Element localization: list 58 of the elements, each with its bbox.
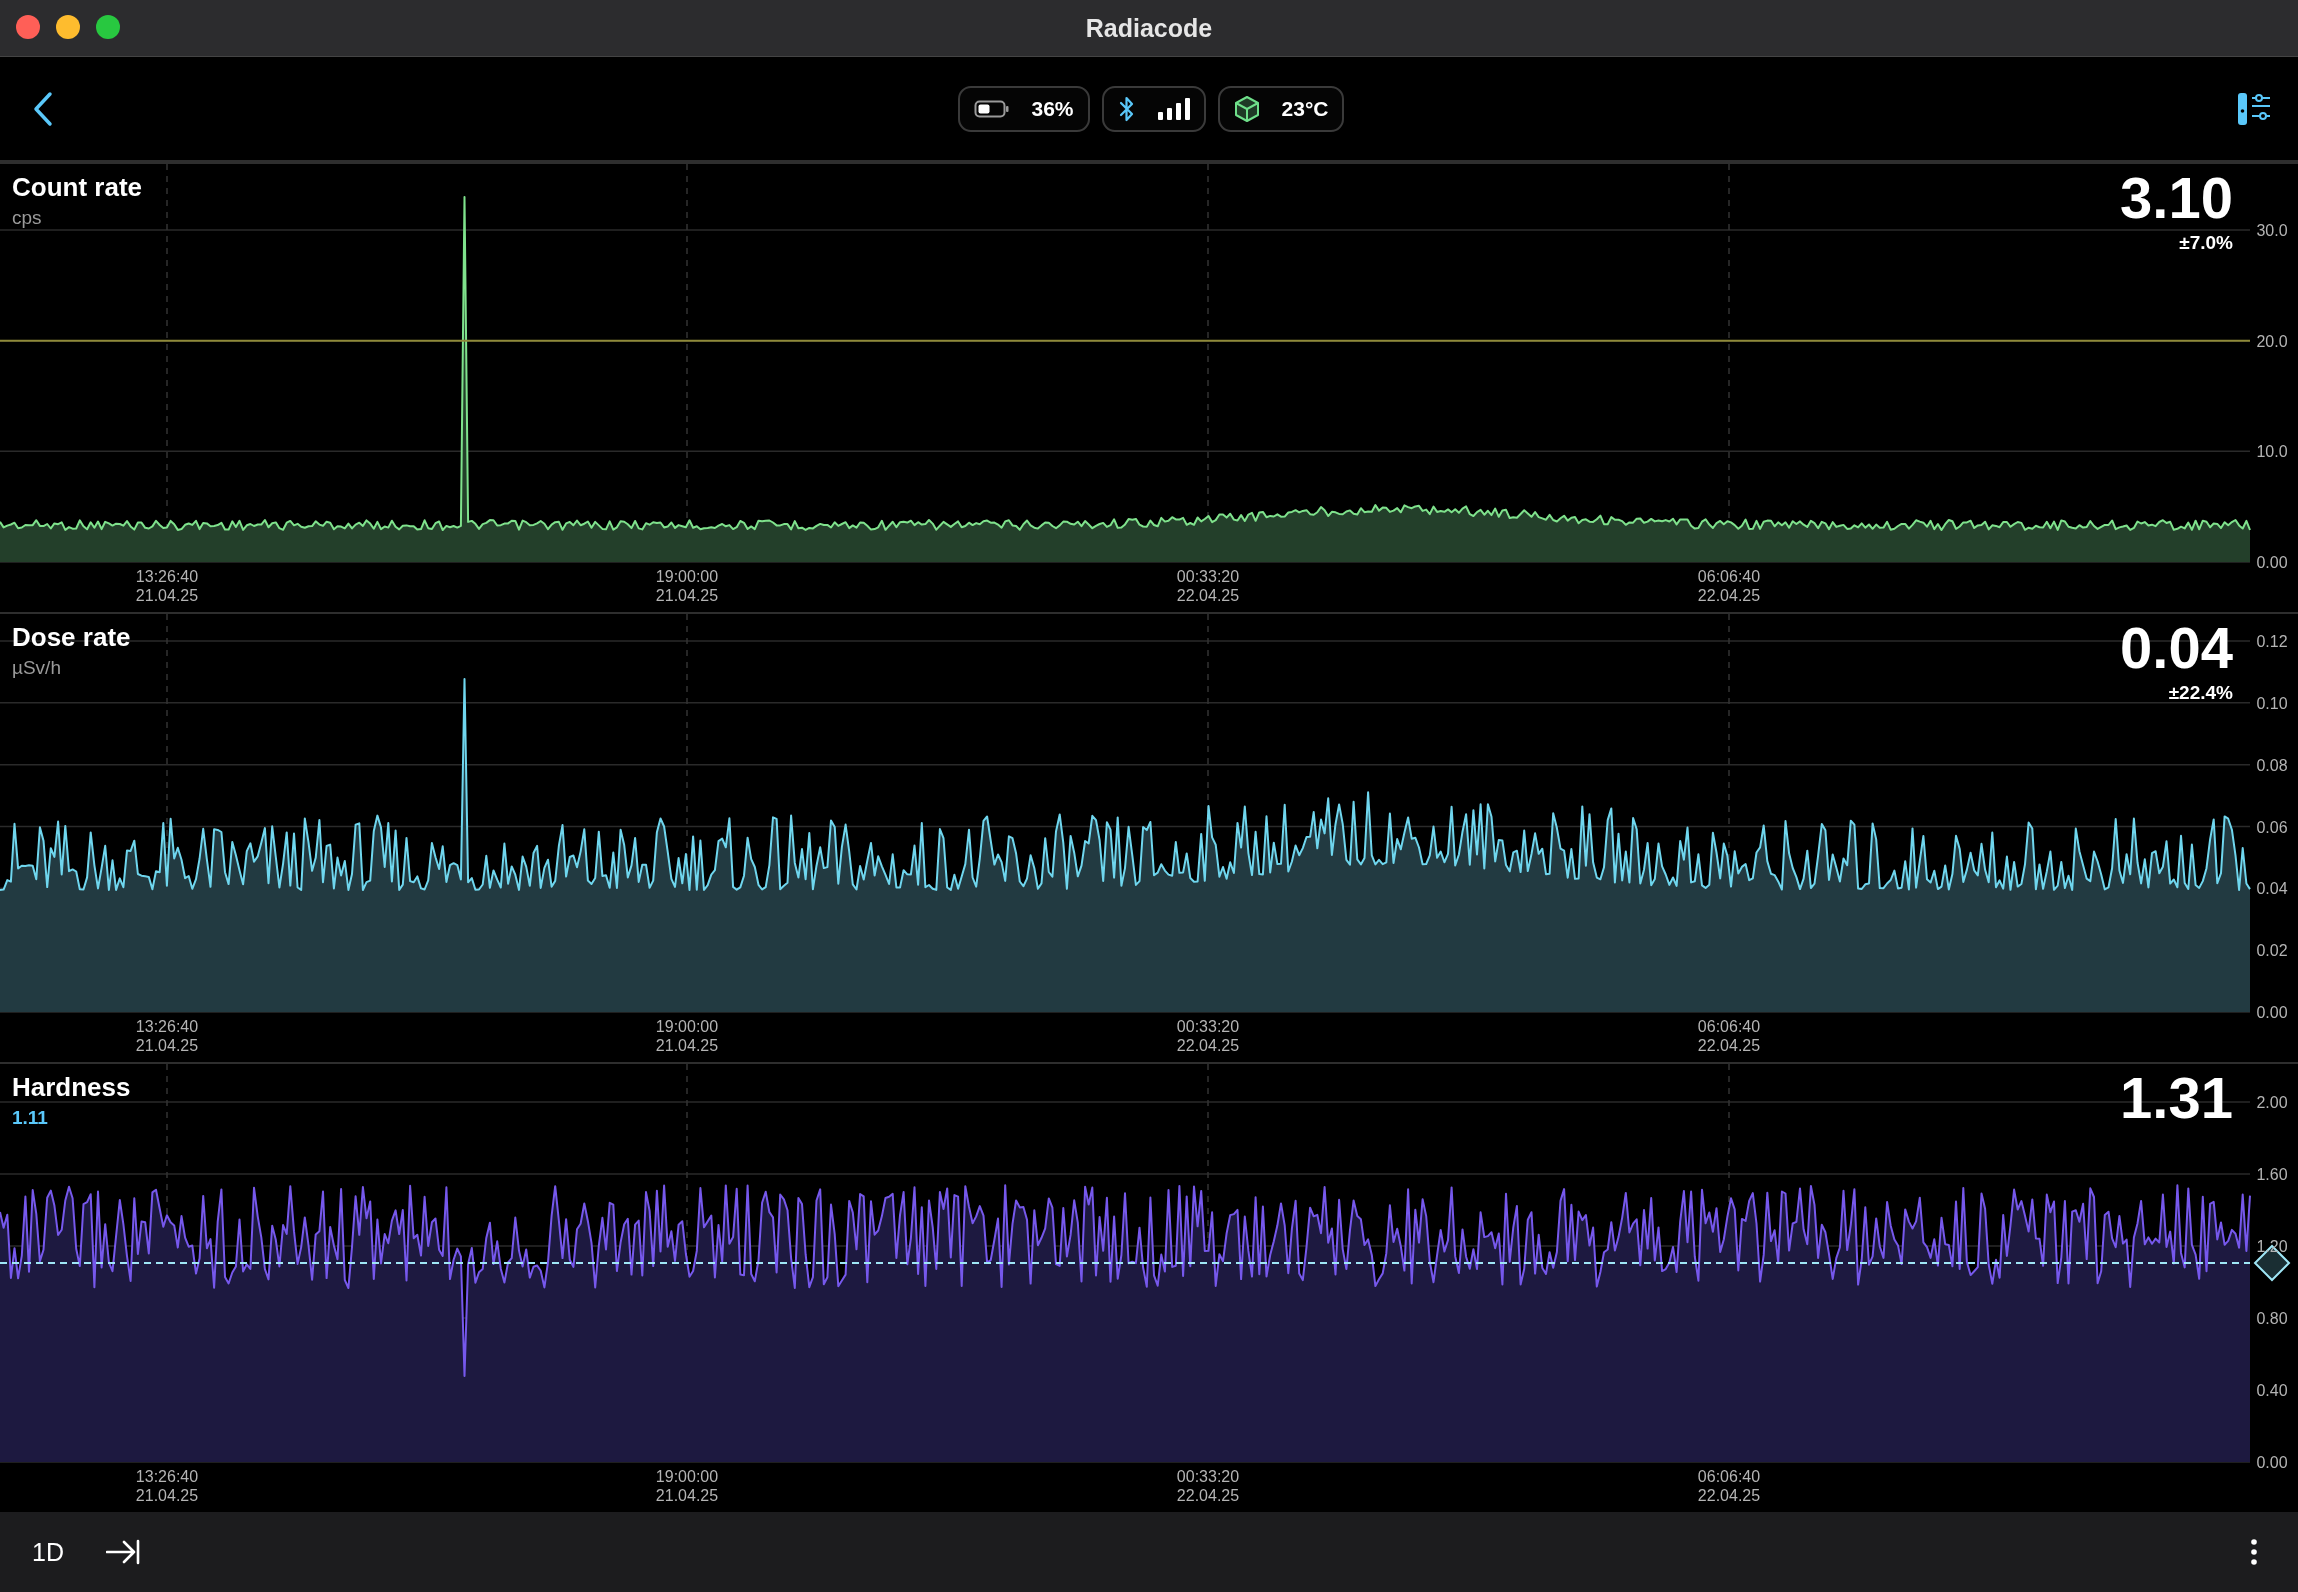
- battery-icon: [973, 99, 1010, 118]
- time-label: 19:00:00 21.04.25: [655, 1018, 719, 1054]
- axis-label: 2.00: [2256, 1094, 2288, 1111]
- connection-status[interactable]: [1101, 85, 1206, 132]
- axis-label: 0.10: [2256, 694, 2288, 712]
- axis-label: 1.60: [2256, 1166, 2288, 1183]
- time-label: 19:00:00 21.04.25: [655, 568, 719, 604]
- axis-label: 0.08: [2256, 756, 2288, 774]
- back-icon[interactable]: [32, 90, 54, 127]
- error-value: ±7.0%: [2179, 231, 2233, 254]
- time-label: 00:33:20 22.04.25: [1176, 1468, 1240, 1504]
- reference-value: 1.11: [12, 1107, 49, 1129]
- axis-label: 0.00: [2256, 1454, 2288, 1471]
- axis-label: 0.00: [2256, 554, 2288, 571]
- jump-to-end-icon[interactable]: [105, 1539, 140, 1565]
- range-button[interactable]: 1D: [30, 1533, 66, 1571]
- unit-label: µSv/h: [12, 657, 62, 679]
- axis-label: 0.40: [2256, 1382, 2288, 1399]
- zoom-button[interactable]: [96, 15, 120, 39]
- time-label: 13:26:40 21.04.25: [135, 568, 199, 604]
- more-icon[interactable]: [2250, 1538, 2258, 1566]
- settings-icon[interactable]: [2236, 90, 2272, 127]
- battery-percent: 36%: [1031, 96, 1074, 121]
- temperature-value: 23°C: [1281, 96, 1329, 121]
- axis-label: 0.06: [2256, 818, 2288, 836]
- axis-label: 0.12: [2256, 633, 2288, 650]
- cube-icon: [1233, 94, 1260, 123]
- time-label: 00:33:20 22.04.25: [1176, 1018, 1240, 1054]
- minimize-button[interactable]: [56, 15, 80, 39]
- time-label: 13:26:40 21.04.25: [135, 1018, 199, 1054]
- battery-status[interactable]: 36%: [957, 85, 1090, 132]
- axis-label: 0.02: [2256, 942, 2288, 960]
- time-label: 06:06:40 22.04.25: [1697, 568, 1761, 604]
- unit-label: cps: [12, 207, 43, 229]
- time-label: 06:06:40 22.04.25: [1697, 1468, 1761, 1504]
- time-label: 13:26:40 21.04.25: [135, 1468, 199, 1504]
- current-value: 3.10: [2120, 166, 2233, 230]
- current-value: 1.31: [2120, 1066, 2233, 1130]
- signal-icon: [1157, 97, 1190, 120]
- error-value: ±22.4%: [2168, 681, 2233, 704]
- axis-label: 10.0: [2256, 443, 2288, 461]
- time-label: 00:33:20 22.04.25: [1176, 568, 1240, 604]
- current-value: 0.04: [2120, 616, 2233, 680]
- bluetooth-icon: [1117, 94, 1136, 123]
- panel-title: Hardness: [12, 1072, 131, 1103]
- time-label: 19:00:00 21.04.25: [655, 1468, 719, 1504]
- axis-label: 0.04: [2256, 880, 2288, 898]
- axis-label: 0.00: [2256, 1004, 2288, 1021]
- axis-label: 20.0: [2256, 332, 2288, 350]
- axis-label: 1.20: [2256, 1238, 2288, 1255]
- temperature-status[interactable]: 23°C: [1217, 85, 1345, 132]
- panel-title: Count rate: [12, 172, 142, 203]
- window-title: Radiacode: [1085, 13, 1213, 43]
- axis-label: 30.0: [2256, 222, 2288, 239]
- axis-label: 0.80: [2256, 1310, 2288, 1327]
- time-label: 06:06:40 22.04.25: [1697, 1018, 1761, 1054]
- panel-title: Dose rate: [12, 622, 131, 653]
- close-button[interactable]: [16, 15, 40, 39]
